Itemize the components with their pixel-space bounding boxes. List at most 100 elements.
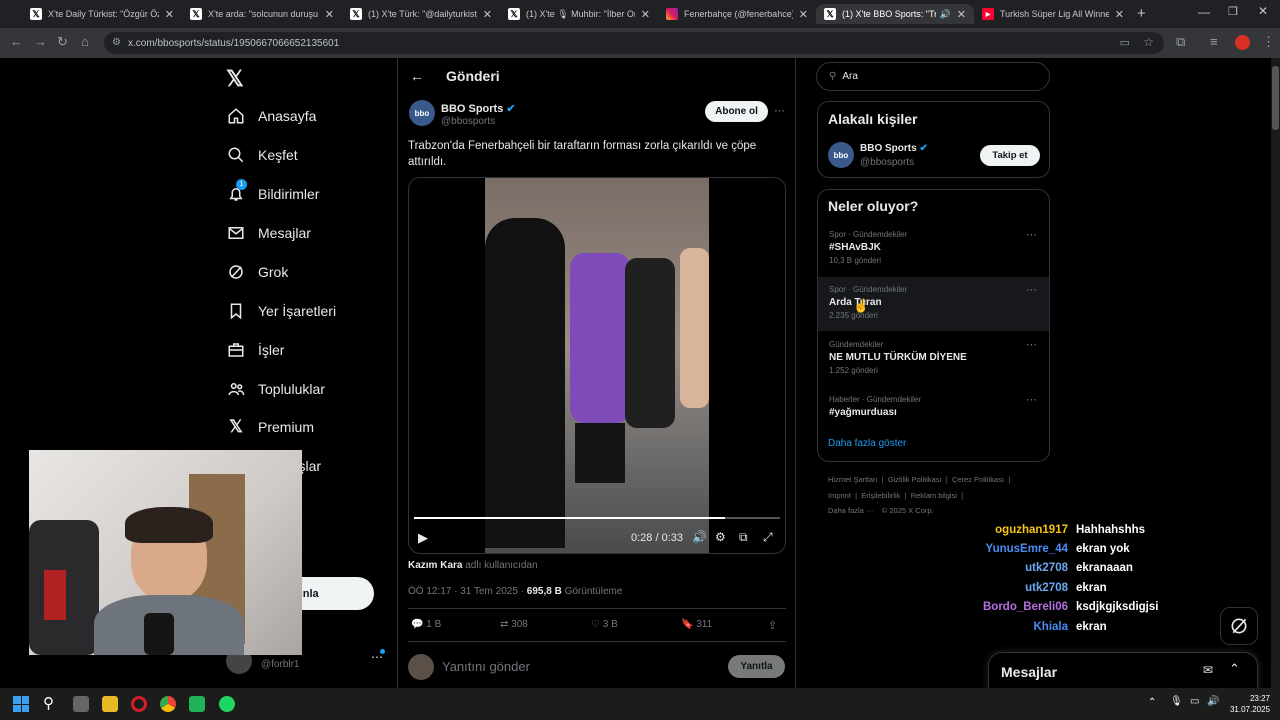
clock[interactable]: 23:27 31.07.2025 bbox=[1226, 693, 1270, 715]
url-field[interactable]: ⚙ x.com/bbosports/status/195066706665213… bbox=[104, 32, 1164, 54]
browser-tab[interactable]: 𝕏(1) X'te 🎙 Muhbir: "İlber Ortay✕ bbox=[500, 4, 658, 24]
new-tab-button[interactable]: + bbox=[1137, 5, 1146, 22]
trend-item[interactable]: Spor · Gündemdekiler #SHAvBJK 10,3 B gönde… bbox=[818, 222, 1049, 276]
task-view-icon[interactable] bbox=[73, 696, 89, 712]
more-icon[interactable]: ⋯ bbox=[1026, 228, 1037, 241]
like-action[interactable]: ♡ 3 B bbox=[591, 619, 618, 630]
search-input[interactable]: ⚲ Ara bbox=[816, 62, 1050, 91]
verified-icon: ✔ bbox=[919, 143, 928, 154]
nav-item-communities[interactable]: Topluluklar bbox=[226, 379, 325, 399]
more-icon[interactable]: ⋯ bbox=[1026, 338, 1037, 351]
nav-item-jobs[interactable]: İşler bbox=[226, 340, 284, 360]
app-icon[interactable] bbox=[189, 696, 205, 712]
nav-item-messages[interactable]: Mesajlar bbox=[226, 223, 311, 243]
grok-button[interactable] bbox=[1220, 607, 1258, 645]
browser-tab[interactable]: 𝕏X'te arda: "solcunun duruşu olm✕ bbox=[182, 4, 342, 24]
reload-icon[interactable]: ↻ bbox=[57, 34, 68, 50]
back-arrow-icon[interactable]: ← bbox=[410, 68, 424, 84]
opera-icon[interactable] bbox=[131, 696, 147, 712]
media-icon[interactable]: ≡ bbox=[1210, 34, 1218, 49]
author-avatar[interactable]: bbo bbox=[409, 100, 435, 126]
briefcase-icon bbox=[226, 340, 246, 360]
tray-overflow-icon[interactable]: ⌃ bbox=[1148, 697, 1156, 708]
forward-icon[interactable]: → bbox=[34, 34, 47, 49]
close-window-button[interactable]: ✕ bbox=[1258, 4, 1268, 18]
settings-icon[interactable]: ⚙ bbox=[715, 530, 726, 544]
search-icon[interactable]: ⚲ bbox=[43, 694, 54, 712]
footer-link[interactable]: Reklam bilgisi bbox=[911, 491, 957, 500]
close-icon[interactable]: ✕ bbox=[1115, 8, 1124, 21]
bookmark-action[interactable]: 🔖 311 bbox=[681, 619, 712, 630]
nav-item-bookmarks[interactable]: Yer İşaretleri bbox=[226, 301, 336, 321]
browser-tab[interactable]: 𝕏(1) X'te Türk: "@dailyturkist_ htt✕ bbox=[342, 4, 500, 24]
footer-link[interactable]: Imprint bbox=[828, 491, 851, 500]
close-icon[interactable]: ✕ bbox=[325, 8, 334, 21]
site-info-icon[interactable]: ⚙ bbox=[112, 37, 121, 48]
nav-item-notifications[interactable]: 1 Bildirimler bbox=[226, 179, 319, 204]
new-message-icon[interactable]: ✉ bbox=[1203, 663, 1213, 677]
footer-link[interactable]: Hizmet Şartları bbox=[828, 475, 878, 484]
trend-item[interactable]: Haberler · Gündemdekiler #yağmurduası ⋯ bbox=[818, 387, 1049, 441]
microphone-icon[interactable]: 🎙 bbox=[1170, 696, 1183, 707]
file-explorer-icon[interactable] bbox=[102, 696, 118, 712]
browser-tab[interactable]: 𝕏X'te Daily Türkist: "Özgür Özel: ✕ bbox=[22, 4, 182, 24]
author-name[interactable]: BBO Sports ✔ bbox=[441, 102, 516, 115]
reply-input[interactable]: Yanıtını gönder bbox=[442, 659, 530, 674]
footer-link[interactable]: Çerez Politikası bbox=[952, 475, 1004, 484]
reply-button[interactable]: Yanıtla bbox=[728, 655, 785, 678]
more-icon[interactable]: ⋯ bbox=[1026, 393, 1037, 406]
home-icon[interactable]: ⌂ bbox=[81, 34, 89, 49]
back-icon[interactable]: ← bbox=[10, 34, 23, 49]
more-icon[interactable]: ⋯ bbox=[774, 104, 785, 117]
display-icon[interactable]: ▭ bbox=[1190, 696, 1199, 707]
scrollbar-thumb[interactable] bbox=[1272, 66, 1279, 130]
video-player[interactable]: ▶ 0:28 / 0:33 🔊 ⚙ ⧉ ⤢ bbox=[408, 177, 786, 554]
video-progress-track[interactable] bbox=[414, 517, 780, 519]
nav-item-grok[interactable]: Grok bbox=[226, 262, 288, 282]
browser-tab[interactable]: ▶Turkish Süper Lig All Winners (✕ bbox=[974, 4, 1132, 24]
windows-start-icon[interactable] bbox=[13, 696, 29, 712]
footer-more-link[interactable]: Daha fazla ··· bbox=[828, 506, 873, 515]
play-icon[interactable]: ▶ bbox=[418, 530, 428, 546]
subscribe-button[interactable]: Abone ol bbox=[705, 101, 768, 122]
volume-icon[interactable]: 🔊 bbox=[692, 530, 707, 544]
show-more-link[interactable]: Daha fazla göster bbox=[828, 438, 906, 449]
maximize-button[interactable]: ❐ bbox=[1228, 5, 1238, 18]
retweet-action[interactable]: ⇄ 308 bbox=[500, 619, 528, 630]
nav-item-premium[interactable]: 𝕏 Premium bbox=[226, 417, 314, 437]
fullscreen-icon[interactable]: ⤢ bbox=[763, 530, 773, 545]
cast-icon[interactable]: ▭ bbox=[1120, 36, 1130, 49]
reply-action[interactable]: 💬 1 B bbox=[411, 619, 441, 630]
chrome-icon[interactable] bbox=[160, 696, 176, 712]
related-avatar[interactable]: bbo bbox=[828, 142, 854, 168]
browser-tab[interactable]: Fenerbahçe (@fenerbahce) • Ins✕ bbox=[658, 4, 816, 24]
follow-button[interactable]: Takip et bbox=[980, 145, 1040, 166]
spotify-icon[interactable] bbox=[219, 696, 235, 712]
close-icon[interactable]: ✕ bbox=[483, 8, 492, 21]
scrollbar[interactable] bbox=[1271, 58, 1280, 688]
star-icon[interactable]: ☆ bbox=[1143, 35, 1154, 49]
extensions-icon[interactable]: ⧉ bbox=[1176, 34, 1185, 50]
pip-icon[interactable]: ⧉ bbox=[739, 530, 748, 545]
minimize-button[interactable]: — bbox=[1198, 5, 1210, 19]
messages-drawer[interactable]: Mesajlar ✉ ⌃ bbox=[988, 652, 1258, 688]
close-icon[interactable]: ✕ bbox=[165, 8, 174, 21]
expand-icon[interactable]: ⌃ bbox=[1229, 661, 1240, 677]
menu-icon[interactable]: ⋮ bbox=[1262, 34, 1275, 50]
profile-avatar[interactable] bbox=[1235, 35, 1250, 50]
speaker-icon[interactable]: 🔊 bbox=[940, 9, 951, 20]
close-icon[interactable]: ✕ bbox=[957, 8, 966, 21]
footer-link[interactable]: Gizlilik Politikası bbox=[888, 475, 942, 484]
close-icon[interactable]: ✕ bbox=[799, 8, 808, 21]
more-icon[interactable]: ⋯ bbox=[1026, 283, 1037, 296]
trend-item[interactable]: Gündemdekiler NE MUTLU TÜRKÜM DİYENE 1.252… bbox=[818, 332, 1049, 386]
close-icon[interactable]: ✕ bbox=[641, 8, 650, 21]
footer-link[interactable]: Erişilebilirlik bbox=[861, 491, 900, 500]
nav-item-explore[interactable]: Keşfet bbox=[226, 145, 298, 165]
browser-tab-active[interactable]: 𝕏(1) X'te BBO Sports: "Trabz🔊✕ bbox=[816, 4, 974, 24]
share-icon[interactable]: ⇪ bbox=[768, 619, 777, 632]
related-name[interactable]: BBO Sports ✔ bbox=[860, 143, 928, 154]
speaker-icon[interactable]: 🔊 bbox=[1207, 696, 1219, 707]
nav-item-home[interactable]: Anasayfa bbox=[226, 106, 316, 126]
x-logo-icon[interactable]: 𝕏 bbox=[226, 66, 244, 92]
